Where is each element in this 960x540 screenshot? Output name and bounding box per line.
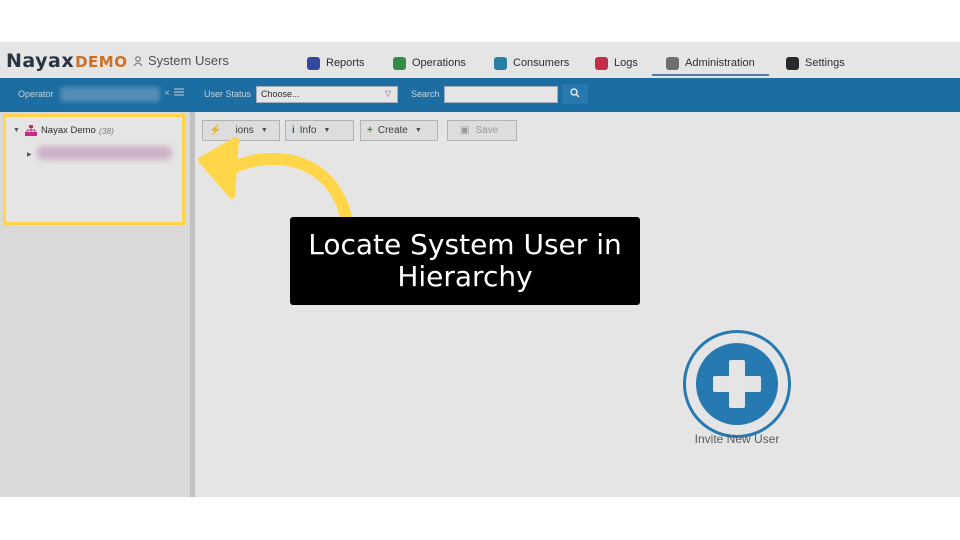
user-status-value: Choose... xyxy=(261,89,300,99)
tab-operations[interactable]: Operations xyxy=(393,52,466,74)
info-button[interactable]: i Info ▼ xyxy=(285,120,354,141)
administration-icon xyxy=(666,56,679,70)
nayax-logo[interactable]: NayaxDEMO xyxy=(6,50,128,72)
plus-icon: + xyxy=(367,125,373,136)
user-status-select[interactable]: Choose... ▽ xyxy=(256,86,398,103)
settings-icon xyxy=(786,56,799,70)
invite-user-label[interactable]: Invite New User xyxy=(676,432,798,446)
chevron-down-icon: ▽ xyxy=(384,89,391,98)
chevron-down-icon: ▼ xyxy=(414,127,422,134)
list-icon[interactable] xyxy=(174,87,184,97)
search-input[interactable] xyxy=(444,86,558,103)
top-nav: NayaxDEMO System Users Reports Operation… xyxy=(0,42,960,78)
lightning-icon: ⚡ xyxy=(209,125,222,136)
operations-icon xyxy=(393,56,406,70)
info-icon: i xyxy=(292,125,295,136)
logs-icon xyxy=(595,56,608,70)
reports-icon xyxy=(307,56,320,70)
create-button[interactable]: + Create ▼ xyxy=(360,120,438,141)
tab-label: Settings xyxy=(805,57,845,69)
tab-label: Reports xyxy=(326,57,365,69)
search-button[interactable] xyxy=(562,84,588,104)
tab-logs[interactable]: Logs xyxy=(595,52,638,74)
tutorial-callout: Locate System User in Hierarchy xyxy=(290,217,640,305)
operator-field[interactable] xyxy=(60,87,160,102)
save-icon: ▣ xyxy=(460,125,470,136)
actions-button[interactable]: ⚡ ions ▼ xyxy=(202,120,280,141)
info-label: Info xyxy=(299,125,317,136)
chevron-down-icon: ▼ xyxy=(260,127,268,134)
highlight-frame xyxy=(3,114,185,225)
save-label: Save xyxy=(475,125,499,136)
search-icon xyxy=(570,88,580,98)
operator-label: Operator xyxy=(18,89,54,99)
consumers-icon xyxy=(494,56,507,70)
user-status-label: User Status xyxy=(204,89,252,99)
tab-reports[interactable]: Reports xyxy=(307,52,365,74)
tab-settings[interactable]: Settings xyxy=(786,52,845,74)
filter-bar: Operator × User Status Choose... ▽ Searc… xyxy=(0,78,960,112)
panel-splitter[interactable] xyxy=(190,112,195,497)
section-title: System Users xyxy=(133,53,229,68)
save-button[interactable]: ▣ Save xyxy=(447,120,517,141)
tab-label: Administration xyxy=(685,57,755,69)
tab-label: Operations xyxy=(412,57,466,69)
actions-label: ions xyxy=(235,125,254,136)
tab-consumers[interactable]: Consumers xyxy=(494,52,569,74)
search-label: Search xyxy=(411,89,440,99)
logo-main: Nayax xyxy=(6,50,75,72)
tab-label: Logs xyxy=(614,57,638,69)
invite-user-button[interactable] xyxy=(683,330,791,438)
plus-circle-icon xyxy=(696,343,778,425)
logo-suffix: DEMO xyxy=(75,53,128,71)
chevron-down-icon: ▼ xyxy=(323,127,331,134)
clear-icon[interactable]: × xyxy=(164,88,170,99)
tab-label: Consumers xyxy=(513,57,570,69)
user-icon xyxy=(133,56,143,66)
tab-administration[interactable]: Administration xyxy=(652,52,769,76)
create-label: Create xyxy=(377,125,408,136)
section-title-text: System Users xyxy=(148,53,229,68)
